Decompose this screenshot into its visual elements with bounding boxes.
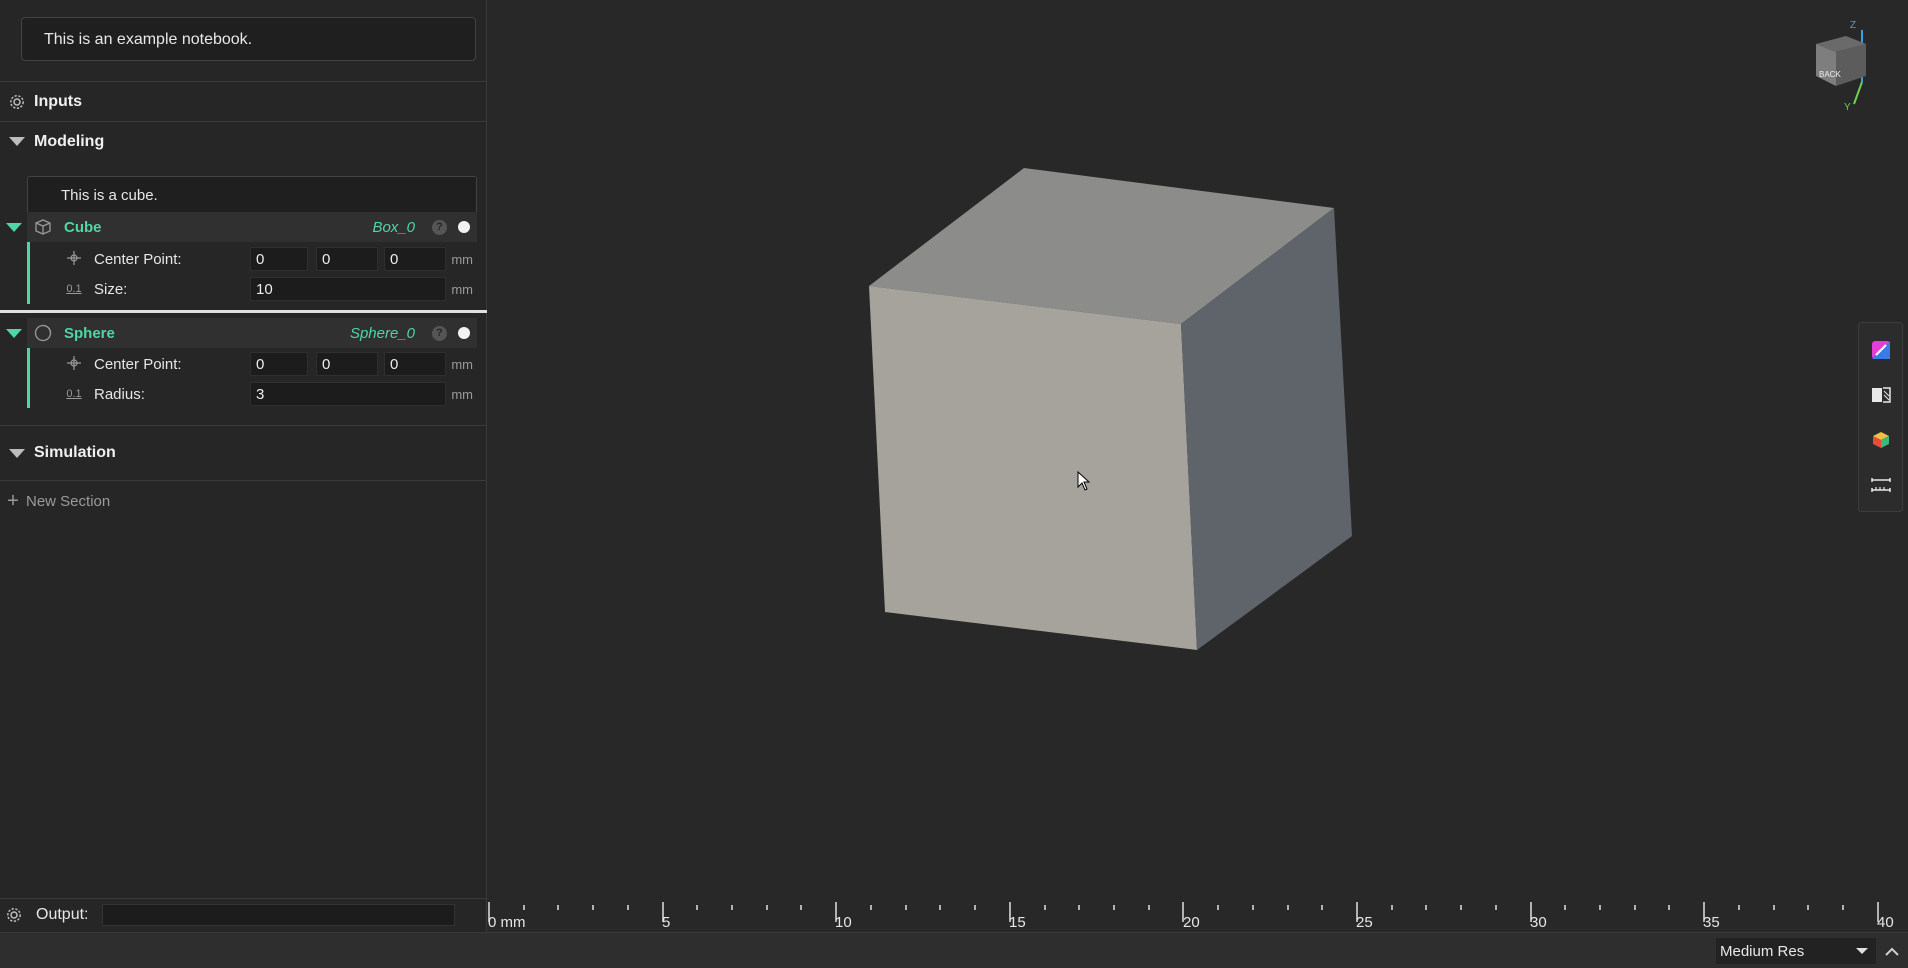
section-inputs[interactable]: Inputs bbox=[0, 81, 487, 121]
feature-id: Sphere_0 bbox=[349, 324, 415, 342]
collapse-triangle-icon[interactable] bbox=[0, 448, 34, 458]
axis-y-label: Y bbox=[1844, 102, 1851, 113]
plus-icon: + bbox=[7, 489, 19, 512]
unit-label: mm bbox=[451, 281, 473, 297]
collapse-triangle-icon[interactable] bbox=[0, 328, 27, 338]
param-label: Radius: bbox=[94, 385, 145, 403]
ruler-label: 40 bbox=[1877, 914, 1894, 931]
ruler-label: 10 bbox=[835, 914, 852, 931]
size-input[interactable]: 10 bbox=[250, 277, 446, 301]
section-modeling[interactable]: Modeling bbox=[0, 121, 487, 161]
section-simulation[interactable]: Simulation bbox=[0, 425, 487, 480]
center-y-input[interactable]: 0 bbox=[316, 352, 378, 376]
ruler-label: 5 bbox=[662, 914, 671, 931]
3d-viewport[interactable]: BACK Z Y 0 mm 5 10 15 20 25 30 35 40 bbox=[488, 0, 1908, 932]
gear-icon bbox=[0, 94, 34, 110]
output-field[interactable] bbox=[102, 903, 455, 926]
unit-label: mm bbox=[451, 386, 473, 402]
view-cube[interactable]: BACK Z Y bbox=[1806, 18, 1886, 114]
cube-model[interactable] bbox=[488, 0, 1908, 900]
param-size: 0.1 Size: 10 mm bbox=[30, 274, 477, 304]
crosshair-icon bbox=[64, 250, 84, 269]
modeling-note[interactable]: This is a cube. bbox=[27, 176, 477, 212]
scale-ruler: 0 mm 5 10 15 20 25 30 35 40 bbox=[488, 898, 1908, 932]
collapse-triangle-icon[interactable] bbox=[0, 222, 27, 232]
param-label: Center Point: bbox=[94, 250, 182, 268]
ruler-label: 0 mm bbox=[488, 914, 526, 931]
param-center-point: Center Point: 0 0 0 mm bbox=[30, 349, 477, 379]
measure-icon[interactable] bbox=[1870, 474, 1892, 496]
notebook-panel: This is an example notebook. Inputs Mode… bbox=[0, 0, 487, 968]
param-label: Size: bbox=[94, 280, 128, 298]
collapse-triangle-icon[interactable] bbox=[0, 137, 34, 146]
notebook-description[interactable]: This is an example notebook. bbox=[21, 17, 476, 61]
view-cube-face-label: BACK bbox=[1819, 70, 1841, 79]
new-section-label: New Section bbox=[26, 492, 111, 510]
axis-z-label: Z bbox=[1850, 20, 1857, 31]
section-modeling-label: Modeling bbox=[34, 132, 105, 150]
ruler-label: 30 bbox=[1530, 914, 1547, 931]
center-z-input[interactable]: 0 bbox=[384, 352, 446, 376]
feature-cube-header[interactable]: Cube Box_0 ? bbox=[0, 212, 477, 242]
sphere-icon bbox=[34, 324, 52, 342]
color-scheme-icon[interactable] bbox=[1870, 339, 1892, 361]
ruler-label: 35 bbox=[1703, 914, 1720, 931]
center-y-input[interactable]: 0 bbox=[316, 247, 378, 271]
help-icon[interactable]: ? bbox=[432, 219, 447, 235]
visibility-dot-icon[interactable] bbox=[458, 327, 470, 339]
center-z-input[interactable]: 0 bbox=[384, 247, 446, 271]
unit-label: mm bbox=[451, 356, 473, 372]
resolution-value: Medium Res bbox=[1720, 942, 1805, 960]
resolution-select[interactable]: Medium Res bbox=[1716, 938, 1876, 964]
decimal-icon: 0.1 bbox=[66, 388, 82, 400]
section-view-icon[interactable] bbox=[1870, 384, 1892, 406]
output-label: Output: bbox=[36, 905, 89, 923]
ruler-label: 25 bbox=[1356, 914, 1373, 931]
param-center-point: Center Point: 0 0 0 mm bbox=[30, 244, 477, 274]
viewport-toolbar bbox=[1858, 322, 1903, 512]
feature-name[interactable]: Cube bbox=[64, 219, 102, 236]
visibility-dot-icon[interactable] bbox=[458, 221, 470, 233]
param-label: Center Point: bbox=[94, 355, 182, 373]
app-window: This is an example notebook. Inputs Mode… bbox=[0, 0, 1908, 968]
chevron-up-icon[interactable] bbox=[1882, 942, 1902, 962]
section-simulation-label: Simulation bbox=[34, 444, 116, 461]
status-bar: Medium Res bbox=[0, 932, 1908, 968]
feature-id: Box_0 bbox=[372, 218, 415, 236]
ruler-label: 20 bbox=[1183, 914, 1200, 931]
feature-sphere-header[interactable]: Sphere Sphere_0 ? bbox=[0, 318, 477, 348]
feature-name[interactable]: Sphere bbox=[64, 325, 115, 342]
param-radius: 0.1 Radius: 3 mm bbox=[30, 379, 477, 409]
new-section-button[interactable]: + New Section bbox=[0, 486, 200, 516]
unit-label: mm bbox=[451, 251, 473, 267]
cube-icon bbox=[35, 219, 51, 235]
decimal-icon: 0.1 bbox=[66, 283, 82, 295]
radius-input[interactable]: 3 bbox=[250, 382, 446, 406]
section-inputs-label: Inputs bbox=[34, 92, 82, 110]
drop-indicator bbox=[0, 310, 487, 313]
gear-icon[interactable] bbox=[0, 907, 28, 923]
center-x-input[interactable]: 0 bbox=[250, 352, 308, 376]
ruler-label: 15 bbox=[1009, 914, 1026, 931]
chevron-down-icon bbox=[1856, 948, 1868, 954]
help-icon[interactable]: ? bbox=[432, 325, 447, 341]
output-bar: Output: bbox=[0, 898, 487, 930]
mouse-cursor-icon bbox=[1077, 470, 1091, 491]
center-x-input[interactable]: 0 bbox=[250, 247, 308, 271]
crosshair-icon bbox=[64, 355, 84, 374]
render-mode-icon[interactable] bbox=[1870, 429, 1892, 451]
